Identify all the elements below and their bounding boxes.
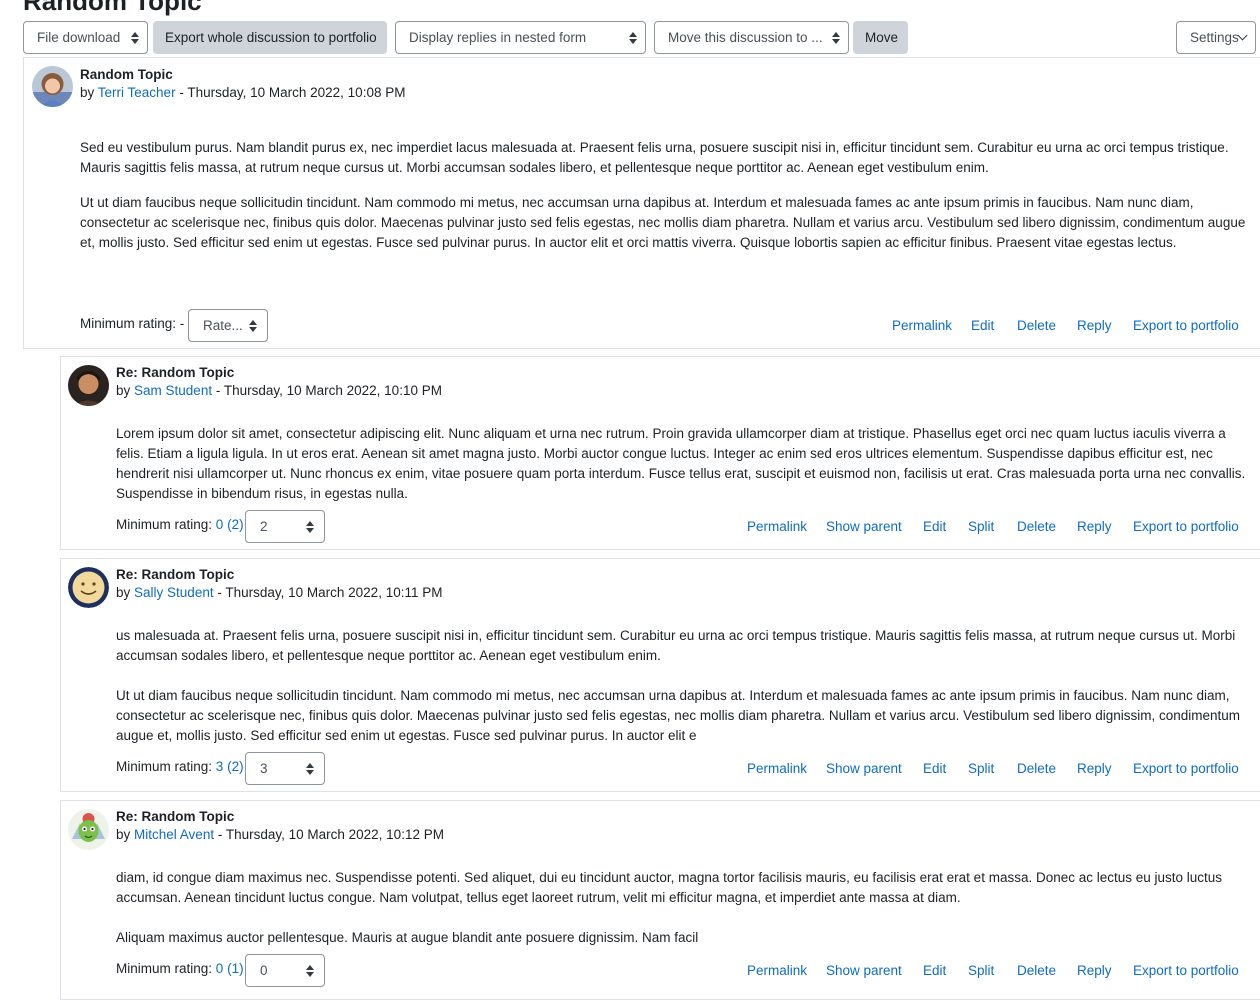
show-parent-link[interactable]: Show parent [826,519,902,534]
post-byline: by Sally Student - Thursday, 10 March 20… [116,585,442,600]
post-content: Lorem ipsum dolor sit amet, consectetur … [116,424,1256,519]
post-paragraph: Aliquam maximus auctor pellentesque. Mau… [116,930,699,945]
split-link[interactable]: Split [968,519,994,534]
settings-label: Settings [1190,30,1239,45]
post-paragraph: Lorem ipsum dolor sit amet, consectetur … [116,426,1246,501]
post-subject: Re: Random Topic [116,567,235,582]
post-paragraph: us malesuada at. Praesent felis urna, po… [116,628,1236,663]
author-link[interactable]: Sam Student [134,383,212,398]
permalink-link[interactable]: Permalink [892,318,952,333]
reply-link[interactable]: Reply [1077,963,1112,978]
permalink-link[interactable]: Permalink [747,963,807,978]
edit-link[interactable]: Edit [923,963,946,978]
delete-link[interactable]: Delete [1017,519,1056,534]
reply-link[interactable]: Reply [1077,318,1112,333]
delete-link[interactable]: Delete [1017,963,1056,978]
export-to-portfolio-link[interactable]: Export to portfolio [1133,318,1239,333]
export-to-portfolio-link[interactable]: Export to portfolio [1133,519,1239,534]
move-discussion-select[interactable]: Move this discussion to ... [654,21,849,54]
byline-prefix: by [80,85,95,100]
post-content: us malesuada at. Praesent felis urna, po… [116,626,1256,761]
forum-post: Re: Random Topic by Mitchel Avent - Thur… [60,800,1260,1000]
select-caret-icon [832,32,840,44]
post-actions: Permalink Show parent Edit Split Delete … [61,761,1260,781]
byline-prefix: by [116,585,131,600]
post-byline: by Terri Teacher - Thursday, 10 March 20… [80,85,405,100]
avatar[interactable] [68,567,109,608]
post-actions: Permalink Show parent Edit Split Delete … [61,963,1260,983]
post-content: Sed eu vestibulum purus. Nam blandit pur… [80,138,1256,268]
author-link[interactable]: Terri Teacher [98,85,176,100]
export-whole-discussion-button[interactable]: Export whole discussion to portfolio [153,21,387,54]
split-link[interactable]: Split [968,963,994,978]
export-to-portfolio-link[interactable]: Export to portfolio [1133,761,1239,776]
avatar[interactable] [68,809,109,850]
forum-post: Random Topic by Terri Teacher - Thursday… [23,57,1260,349]
settings-menu[interactable]: Settings [1176,21,1256,54]
edit-link[interactable]: Edit [923,761,946,776]
split-link[interactable]: Split [968,761,994,776]
post-subject: Random Topic [80,67,173,82]
move-button[interactable]: Move [853,21,908,54]
permalink-link[interactable]: Permalink [747,761,807,776]
delete-link[interactable]: Delete [1017,318,1056,333]
forum-post: Re: Random Topic by Sam Student - Thursd… [60,356,1260,550]
reply-link[interactable]: Reply [1077,761,1112,776]
post-subject: Re: Random Topic [116,365,235,380]
display-mode-label: Display replies in nested form [409,30,587,45]
post-date: - Thursday, 10 March 2022, 10:12 PM [217,827,444,842]
post-actions: Permalink Edit Delete Reply Export to po… [24,318,1260,338]
show-parent-link[interactable]: Show parent [826,761,902,776]
forum-post: Re: Random Topic by Sally Student - Thur… [60,558,1260,792]
post-actions: Permalink Show parent Edit Split Delete … [61,519,1260,539]
author-link[interactable]: Sally Student [134,585,214,600]
move-discussion-label: Move this discussion to ... [668,30,823,45]
file-download-select[interactable]: File download [23,21,148,54]
post-paragraph: Ut ut diam faucibus neque sollicitudin t… [80,195,1246,250]
edit-link[interactable]: Edit [923,519,946,534]
show-parent-link[interactable]: Show parent [826,963,902,978]
delete-link[interactable]: Delete [1017,761,1056,776]
page-title: Random Topic [23,0,202,16]
edit-link[interactable]: Edit [971,318,994,333]
display-mode-select[interactable]: Display replies in nested form [395,21,646,54]
select-caret-icon [131,32,139,44]
byline-prefix: by [116,383,131,398]
author-link[interactable]: Mitchel Avent [134,827,214,842]
post-paragraph: Ut ut diam faucibus neque sollicitudin t… [116,688,1241,743]
post-subject: Re: Random Topic [116,809,235,824]
post-paragraph: diam, id congue diam maximus nec. Suspen… [116,870,1223,905]
select-caret-icon [629,32,637,44]
post-byline: by Mitchel Avent - Thursday, 10 March 20… [116,827,444,842]
avatar[interactable] [68,365,109,406]
permalink-link[interactable]: Permalink [747,519,807,534]
reply-link[interactable]: Reply [1077,519,1112,534]
export-to-portfolio-link[interactable]: Export to portfolio [1133,963,1239,978]
avatar[interactable] [32,66,73,107]
post-date: - Thursday, 10 March 2022, 10:11 PM [217,585,443,600]
post-byline: by Sam Student - Thursday, 10 March 2022… [116,383,442,398]
byline-prefix: by [116,827,131,842]
post-paragraph: Sed eu vestibulum purus. Nam blandit pur… [80,140,1229,175]
chevron-down-icon [1237,30,1248,41]
post-date: - Thursday, 10 March 2022, 10:08 PM [179,85,406,100]
discussion-toolbar: File download Export whole discussion to… [23,21,1260,54]
post-date: - Thursday, 10 March 2022, 10:10 PM [215,383,442,398]
post-content: diam, id congue diam maximus nec. Suspen… [116,868,1259,963]
file-download-label: File download [37,30,121,45]
